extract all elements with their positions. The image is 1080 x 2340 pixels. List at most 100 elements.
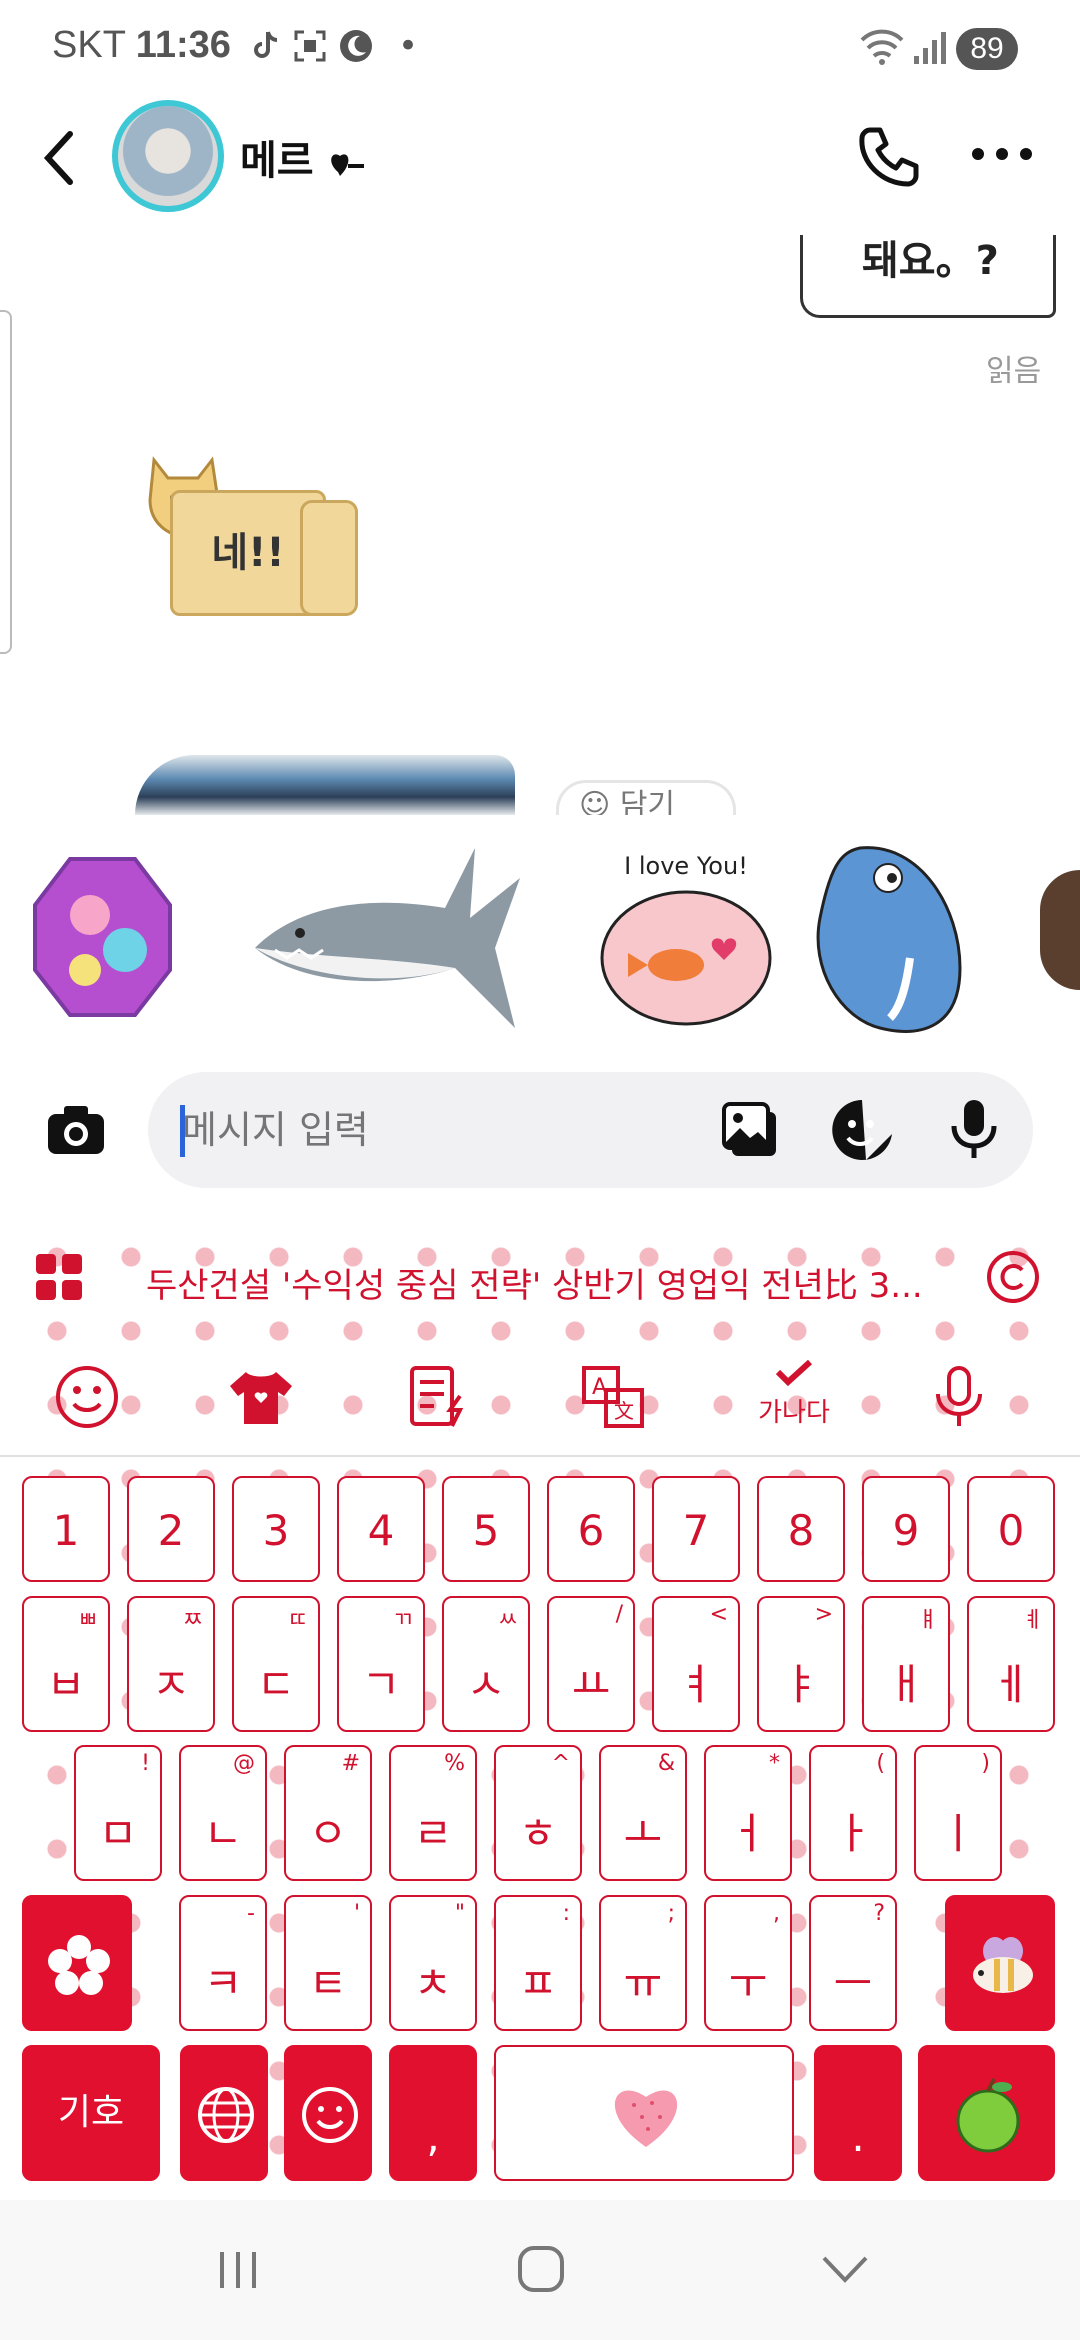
key-eo[interactable]: * ㅓ [704, 1745, 792, 1881]
key-ae[interactable]: ㅒㅐ [862, 1596, 950, 1732]
camera-icon[interactable] [44, 1098, 108, 1162]
key-e[interactable]: ㅖㅔ [967, 1596, 1055, 1732]
spell-check-label: 가나다 [758, 1398, 830, 1428]
key-yo[interactable]: / ㅛ [547, 1596, 635, 1732]
check-icon [775, 1359, 813, 1387]
key-0[interactable]: 0 [967, 1476, 1055, 1582]
key-ieung[interactable]: # ㅇ [284, 1745, 372, 1881]
status-bar: SKT 11:36 • 89 [0, 0, 1080, 100]
key-kieuk[interactable]: -ㅋ [179, 1895, 267, 2031]
key-siot[interactable]: ㅆㅅ [442, 1596, 530, 1732]
key-digeut[interactable]: ㄸㄷ [232, 1596, 320, 1732]
key-jieut[interactable]: ㅉㅈ [127, 1596, 215, 1732]
sticker-crystal[interactable] [30, 855, 175, 1020]
key-o[interactable]: & ㅗ [599, 1745, 687, 1881]
keyboard-toolbar [0, 1340, 1080, 1457]
status-carrier-time: SKT 11:36 [52, 24, 231, 66]
sent-sticker-text: 돼요。? [862, 238, 999, 284]
key-7[interactable]: 7 [652, 1476, 740, 1582]
sticker-blue-fish[interactable] [800, 838, 980, 1038]
wifi-icon [860, 29, 904, 65]
globe-icon [198, 2087, 254, 2143]
copyright-icon[interactable] [986, 1250, 1040, 1304]
key-yeo[interactable]: < ㅕ [652, 1596, 740, 1732]
key-5[interactable]: 5 [442, 1476, 530, 1582]
heart-arrow-icon [330, 154, 364, 176]
bee-icon [973, 1937, 1033, 1993]
text-edit-icon[interactable] [404, 1362, 474, 1432]
fishbowl-text: I love You! [624, 852, 748, 880]
edge-panel-handle[interactable] [0, 310, 12, 654]
sticker-fishbowl[interactable]: I love You! [596, 852, 776, 1042]
sticker-emoji-icon[interactable] [830, 1098, 894, 1162]
sticker-shark[interactable] [245, 838, 525, 1038]
comma-key[interactable]: , [389, 2045, 477, 2181]
key-chieut[interactable]: " ㅊ [389, 1895, 477, 2031]
recent-apps-icon[interactable] [216, 2248, 260, 2292]
key-a[interactable]: (ㅏ [809, 1745, 897, 1881]
key-yu[interactable]: ; ㅠ [599, 1895, 687, 2031]
key-6[interactable]: 6 [547, 1476, 635, 1582]
key-pieup[interactable]: :ㅍ [494, 1895, 582, 2031]
doge-paw [300, 500, 358, 616]
news-headline[interactable]: 두산건설 '수익성 중심 전략' 상반기 영업익 전년比 3... [146, 1258, 923, 1307]
enter-key[interactable] [918, 2045, 1055, 2181]
emoji-key[interactable] [284, 2045, 372, 2181]
signal-icon [914, 32, 946, 64]
voice-input-icon[interactable] [924, 1362, 994, 1432]
key-eu[interactable]: ? ㅡ [809, 1895, 897, 2031]
key-rieul[interactable]: % ㄹ [389, 1745, 477, 1881]
fishbowl-icon [600, 890, 772, 1026]
key-bieup[interactable]: ㅃㅂ [22, 1596, 110, 1732]
message-input[interactable] [148, 1072, 1033, 1188]
backspace-key[interactable] [945, 1895, 1055, 2031]
emoji-icon[interactable] [52, 1362, 122, 1432]
svg-text:文: 文 [614, 1399, 634, 1423]
key-giyeok[interactable]: ㄲㄱ [337, 1596, 425, 1732]
key-u[interactable]: ,ㅜ [704, 1895, 792, 2031]
apps-grid-icon[interactable] [34, 1252, 84, 1302]
key-8[interactable]: 8 [757, 1476, 845, 1582]
gallery-icon[interactable] [718, 1098, 782, 1162]
key-3[interactable]: 3 [232, 1476, 320, 1582]
phone-icon[interactable] [856, 124, 920, 188]
svg-text:A: A [592, 1375, 607, 1400]
key-4[interactable]: 4 [337, 1476, 425, 1582]
key-tieut[interactable]: ' ㅌ [284, 1895, 372, 2031]
key-nieun[interactable]: @ ㄴ [179, 1745, 267, 1881]
key-1[interactable]: 1 [22, 1476, 110, 1582]
key-ya[interactable]: > ㅑ [757, 1596, 845, 1732]
night-mode-icon [340, 30, 372, 62]
key-i[interactable]: ) ㅣ [914, 1745, 1002, 1881]
spell-check-button[interactable]: 가나다 [744, 1358, 844, 1438]
theme-shirt-icon[interactable] [226, 1362, 296, 1432]
smiley-icon [302, 2087, 358, 2143]
space-key[interactable] [494, 2045, 794, 2181]
key-9[interactable]: 9 [862, 1476, 950, 1582]
avatar[interactable] [112, 100, 224, 212]
back-nav-icon[interactable] [820, 2254, 870, 2284]
battery-indicator: 89 [956, 28, 1018, 70]
received-sticker-fish[interactable] [135, 755, 515, 815]
tiktok-icon [254, 31, 278, 58]
key-hieut[interactable]: ^ ㅎ [494, 1745, 582, 1881]
more-dots-icon[interactable] [970, 142, 1034, 166]
flower-shift-key[interactable] [22, 1895, 132, 2031]
home-icon[interactable] [516, 2244, 566, 2294]
key-2[interactable]: 2 [127, 1476, 215, 1582]
microphone-icon[interactable] [942, 1096, 1006, 1160]
text-cursor [180, 1105, 185, 1157]
heart-icon [614, 2090, 678, 2147]
key-mieum[interactable]: ! ㅁ [74, 1745, 162, 1881]
period-key[interactable]: . [814, 2045, 902, 2181]
sticker-face-partial[interactable] [1040, 870, 1080, 990]
symbols-key[interactable]: 기호 [22, 2045, 160, 2181]
save-sticker-button[interactable]: ☺ 담기 [556, 780, 736, 823]
green-apple-icon [956, 2078, 1020, 2153]
translate-icon[interactable]: A文 [578, 1362, 648, 1432]
read-receipt: 읽음 [986, 354, 1042, 389]
back-arrow-icon[interactable] [38, 128, 82, 188]
contact-name[interactable]: 메르 [240, 128, 366, 186]
language-key[interactable] [180, 2045, 268, 2181]
notification-dot: • [398, 26, 419, 66]
